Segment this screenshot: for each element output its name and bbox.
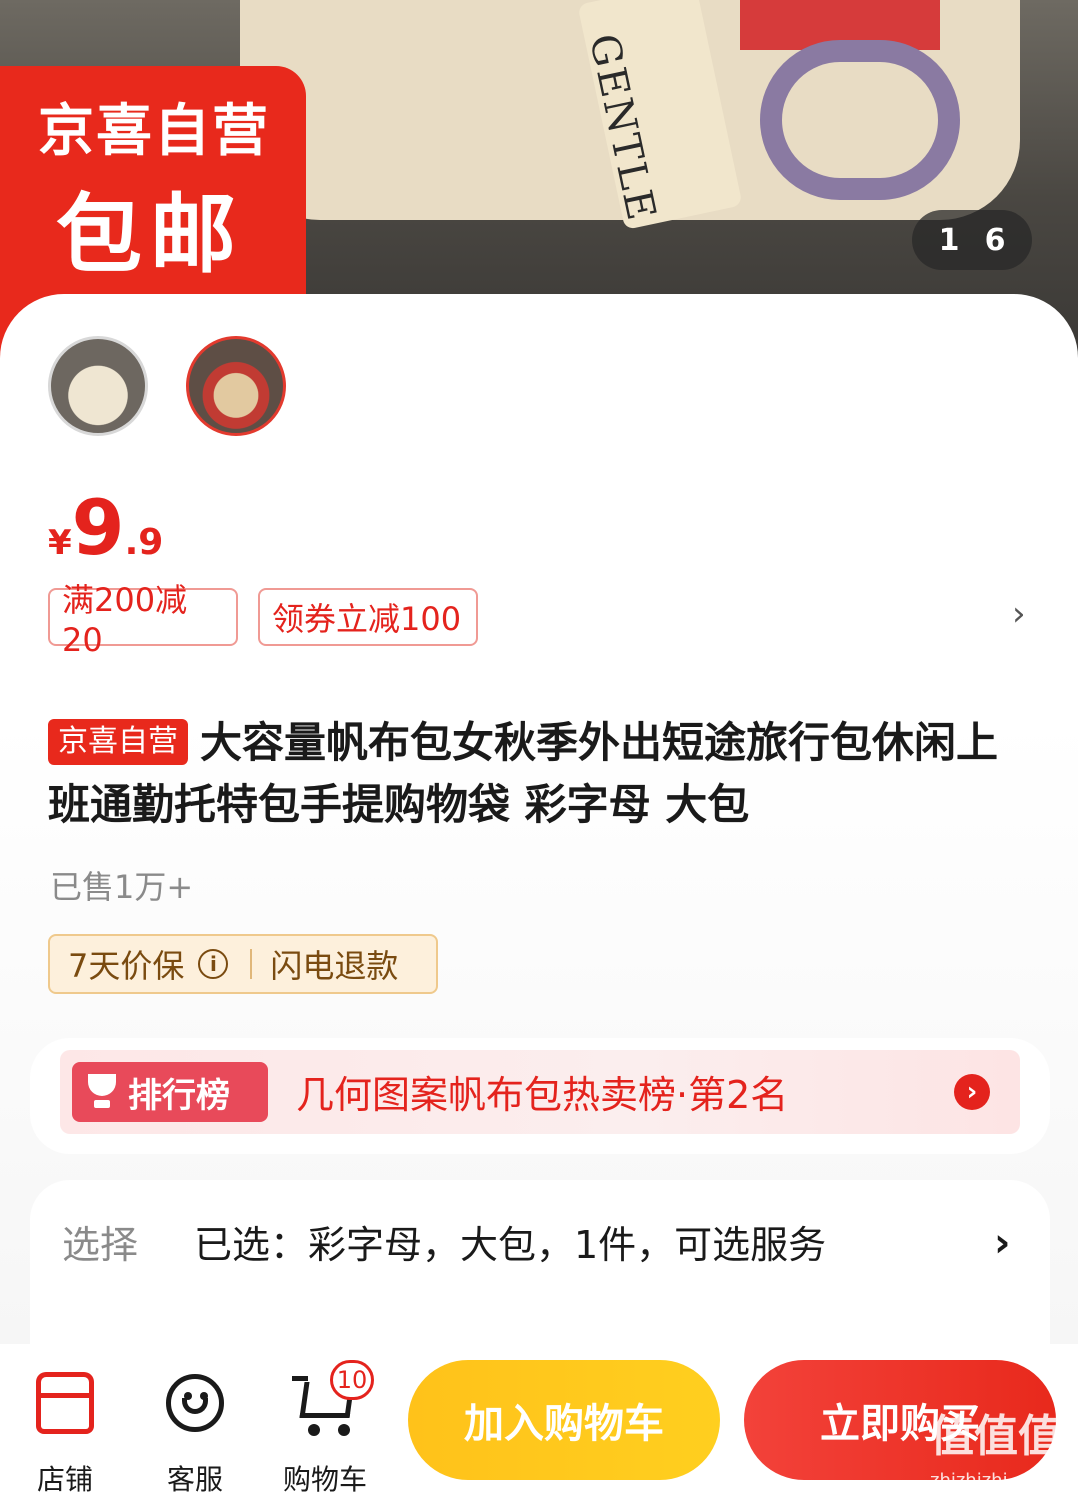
bag-photo-swirl <box>760 40 960 200</box>
ranking-text: 几何图案帆布包热卖榜·第2名 <box>296 1073 789 1117</box>
bottom-action-bar: 店铺 客服 购物车 10 加入购物车 立即购买 <box>0 1344 1078 1504</box>
coupon-full-reduction[interactable]: 满200减20 <box>48 581 238 659</box>
ranking-badge-label: 排行榜 <box>128 1075 230 1116</box>
price: ¥ 9 .9 <box>48 490 163 566</box>
info-icon[interactable]: i <box>198 949 229 979</box>
selection-value: 已选：彩字母，大包，1件，可选服务 <box>194 1223 827 1267</box>
image-counter-current: 1 <box>938 222 960 258</box>
product-info-panel: ¥ 9 .9 满200减20 领券立减100 › 京喜自营 大容量帆布包女秋季外出… <box>0 294 1078 1400</box>
add-to-cart-button[interactable]: 加入购物车 <box>408 1360 720 1480</box>
guarantee-divider <box>250 949 253 979</box>
service-guarantee[interactable]: 7天价保 i 闪电退款 <box>48 934 438 994</box>
product-title-text: 大容量帆布包女秋季外出短途旅行包休闲上班通勤托特包手提购物袋 彩字母 大包 <box>48 718 999 829</box>
image-counter: 1 6 <box>912 210 1032 270</box>
selection-chevron-icon[interactable]: › <box>994 1220 1010 1266</box>
variant-thumbnail-2[interactable] <box>186 336 286 436</box>
store-button[interactable]: 店铺 <box>10 1368 120 1498</box>
variant-thumbnail-1[interactable] <box>48 336 148 436</box>
site-watermark-url: zhizhizhi.com <box>930 1470 1052 1491</box>
coupon-more-chevron-icon[interactable]: › <box>1012 594 1026 634</box>
price-protection-label: 7天价保 <box>68 947 185 985</box>
image-counter-total: 6 <box>984 222 1006 258</box>
price-currency: ¥ <box>48 523 72 563</box>
ranking-card[interactable]: 排行榜 几何图案帆布包热卖榜·第2名 › <box>30 1038 1050 1154</box>
smiley-chat-icon <box>160 1368 230 1438</box>
store-label: 店铺 <box>36 1463 93 1496</box>
ranking-bar[interactable]: 排行榜 几何图案帆布包热卖榜·第2名 › <box>60 1050 1020 1134</box>
price-decimal: .9 <box>124 522 164 563</box>
product-title: 京喜自营 大容量帆布包女秋季外出短途旅行包休闲上班通勤托特包手提购物袋 彩字母 大… <box>48 712 1038 836</box>
coupon-claim[interactable]: 领券立减100 <box>258 588 478 646</box>
promo-badge-line1: 京喜自营 <box>38 99 270 164</box>
customer-service-button[interactable]: 客服 <box>140 1368 250 1498</box>
self-operated-tag: 京喜自营 <box>48 719 188 765</box>
cart-label: 购物车 <box>282 1463 367 1496</box>
fast-refund-label: 闪电退款 <box>270 947 399 985</box>
customer-service-label: 客服 <box>166 1463 223 1496</box>
price-integer: 9 <box>71 483 125 572</box>
ranking-badge: 排行榜 <box>72 1062 268 1122</box>
promo-badge-line2: 包邮 <box>56 185 244 285</box>
store-icon <box>30 1368 100 1438</box>
ranking-arrow-icon[interactable]: › <box>954 1074 990 1110</box>
sold-count: 已售1万+ <box>50 868 194 906</box>
selection-label: 选择 <box>62 1223 139 1267</box>
cart-count-badge: 10 <box>330 1360 374 1400</box>
site-watermark: 值值值 <box>930 1411 1062 1462</box>
trophy-icon <box>84 1074 120 1110</box>
